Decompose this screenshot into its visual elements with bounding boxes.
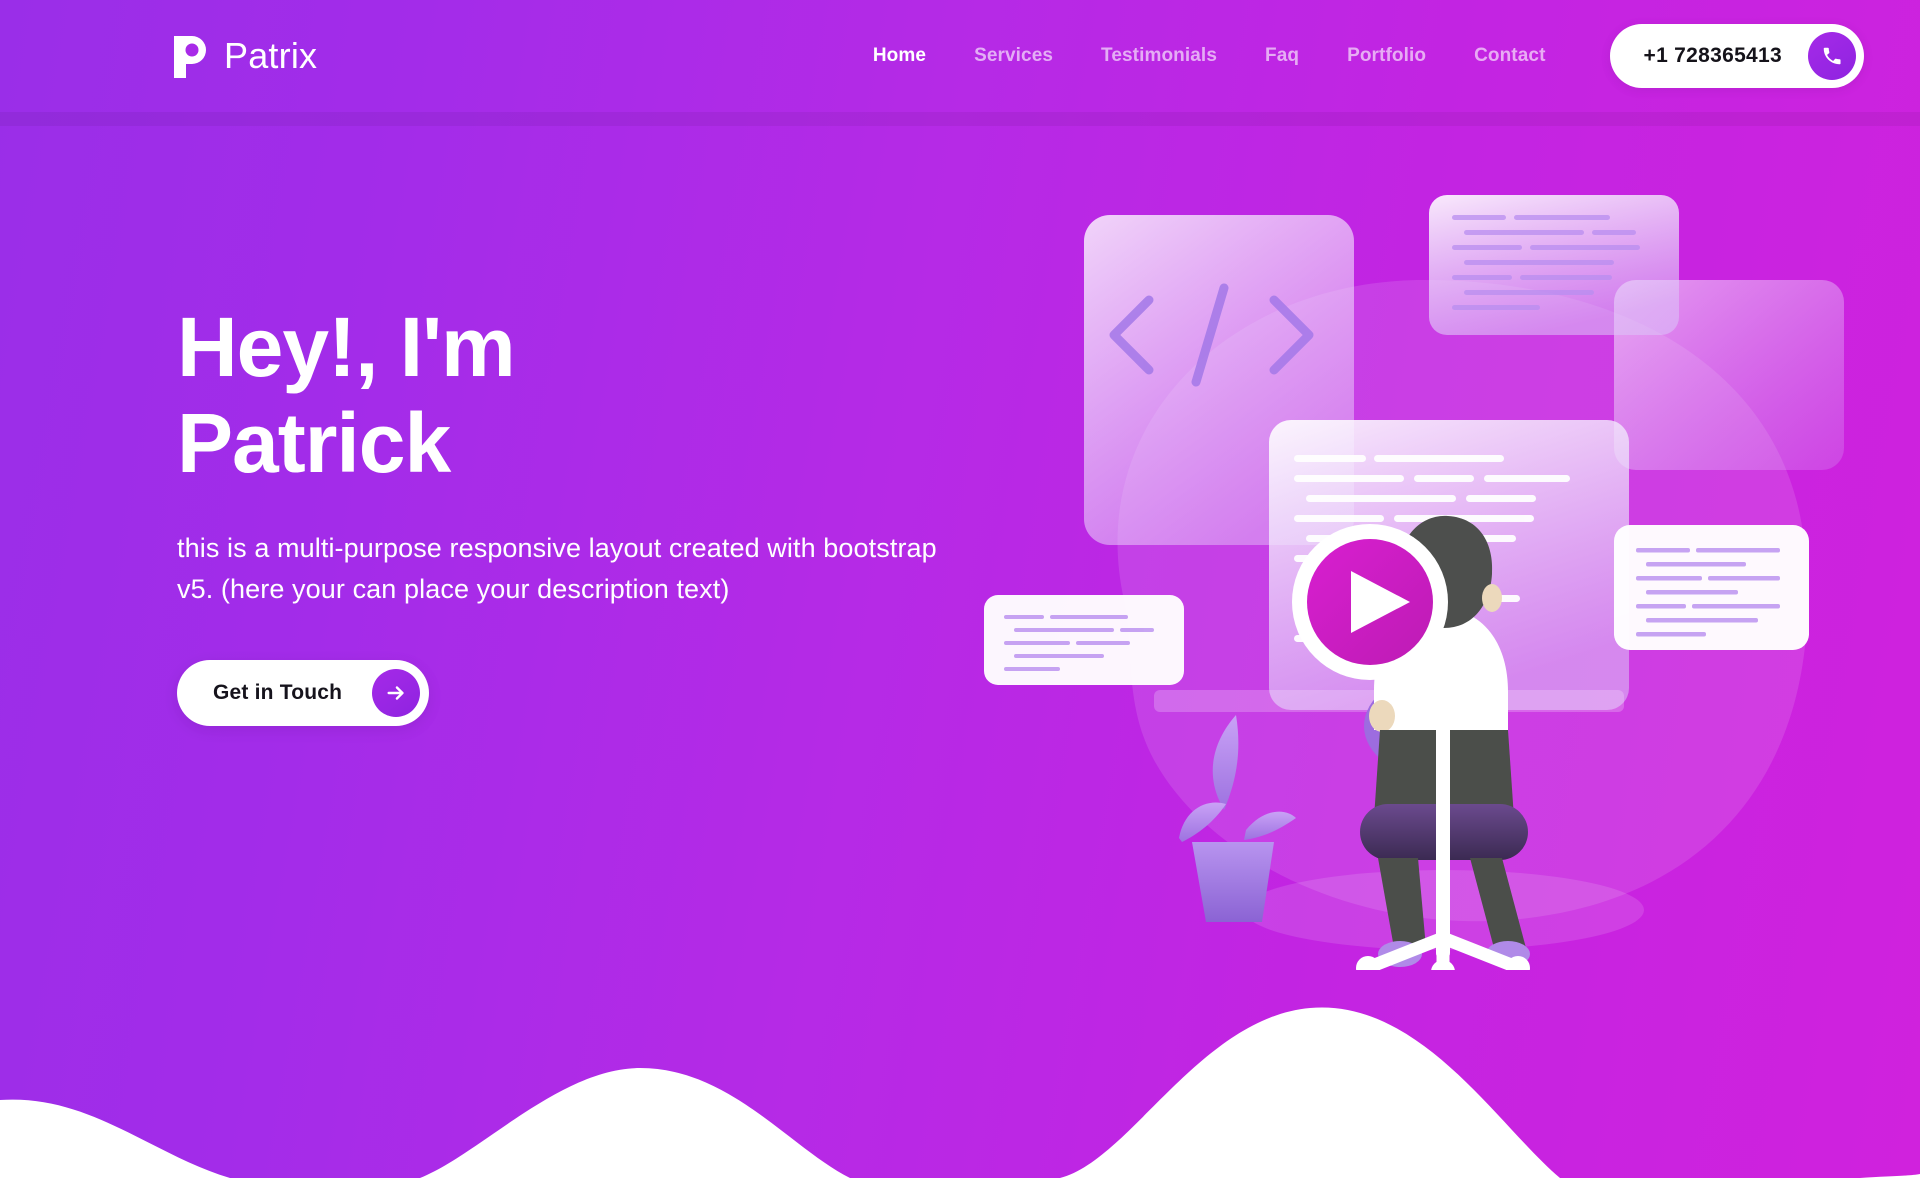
hero-illustration: [974, 170, 1874, 970]
arrow-right-icon[interactable]: [372, 668, 421, 717]
nav-item-contact[interactable]: Contact: [1450, 35, 1569, 77]
brand-logo[interactable]: Patrix: [170, 32, 317, 80]
code-snippet-card-right: [1614, 525, 1809, 650]
phone-call-button[interactable]: +1 728365413: [1609, 24, 1864, 88]
hero-description: this is a multi-purpose responsive layou…: [177, 532, 937, 604]
hero-title: Hey!, I'm Patrick: [177, 300, 977, 492]
play-button-badge: [1292, 524, 1448, 680]
get-in-touch-button[interactable]: Get in Touch: [177, 659, 430, 726]
nav-item-testimonials[interactable]: Testimonials: [1077, 35, 1241, 77]
code-snippet-card-top: [1429, 195, 1679, 335]
hero-content: Hey!, I'm Patrick this is a multi-purpos…: [177, 300, 977, 726]
nav-links: Home Services Testimonials Faq Portfolio…: [849, 24, 1864, 88]
nav-item-services[interactable]: Services: [950, 35, 1077, 77]
hero-title-line-2: Patrick: [177, 395, 451, 490]
nav-item-portfolio[interactable]: Portfolio: [1323, 35, 1450, 77]
phone-icon[interactable]: [1808, 32, 1856, 80]
code-snippet-card-left: [984, 595, 1184, 685]
top-navbar: Patrix Home Services Testimonials Faq Po…: [0, 0, 1920, 112]
phone-number-label: +1 728365413: [1643, 44, 1782, 67]
get-in-touch-label: Get in Touch: [213, 680, 343, 704]
brand-name: Patrix: [224, 35, 318, 76]
nav-item-faq[interactable]: Faq: [1241, 35, 1323, 77]
patrix-p-logo-icon: [170, 32, 210, 80]
hero-page: Patrix Home Services Testimonials Faq Po…: [0, 0, 1920, 1178]
nav-item-home[interactable]: Home: [849, 35, 950, 77]
hero-title-line-1: Hey!, I'm: [177, 300, 516, 394]
